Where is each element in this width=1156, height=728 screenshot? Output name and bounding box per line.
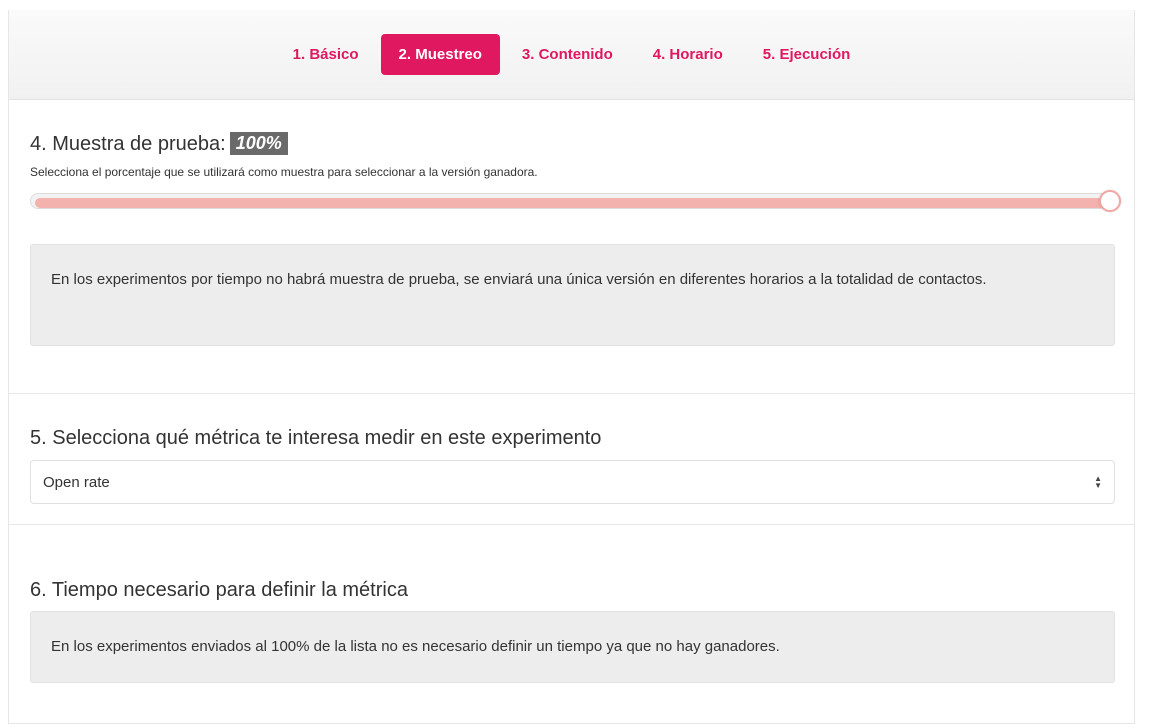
step-basico[interactable]: 1. Básico (275, 34, 377, 75)
step-contenido[interactable]: 3. Contenido (504, 34, 631, 75)
sample-title: 4. Muestra de prueba: (30, 133, 226, 155)
time-section-title: 6. Tiempo necesario para definir la métr… (30, 579, 408, 601)
experiment-form: 1. Básico 2. Muestreo 3. Contenido 4. Ho… (8, 10, 1135, 724)
time-note: En los experimentos enviados al 100% de … (30, 611, 1115, 683)
step-horario[interactable]: 4. Horario (635, 34, 741, 75)
slider-fill (35, 198, 1110, 208)
step-muestreo[interactable]: 2. Muestreo (380, 34, 500, 75)
sample-percentage-badge: 100% (229, 132, 288, 155)
section-divider (9, 393, 1134, 394)
step-ejecucion[interactable]: 5. Ejecución (745, 34, 869, 75)
sample-slider[interactable] (30, 190, 1121, 212)
wizard-steps: 1. Básico 2. Muestreo 3. Contenido 4. Ho… (9, 10, 1134, 100)
sample-help-text: Selecciona el porcentaje que se utilizar… (30, 165, 538, 179)
slider-handle[interactable] (1099, 190, 1121, 212)
metric-select-value: Open rate (43, 473, 110, 491)
sort-arrows-icon: ▲ ▼ (1094, 474, 1102, 490)
sample-note: En los experimentos por tiempo no habrá … (30, 244, 1115, 346)
section-divider (9, 524, 1134, 525)
metric-select[interactable]: Open rate ▲ ▼ (30, 460, 1115, 504)
sample-section-title: 4. Muestra de prueba: 100% (30, 132, 288, 156)
metric-section-title: 5. Selecciona qué métrica te interesa me… (30, 427, 602, 449)
